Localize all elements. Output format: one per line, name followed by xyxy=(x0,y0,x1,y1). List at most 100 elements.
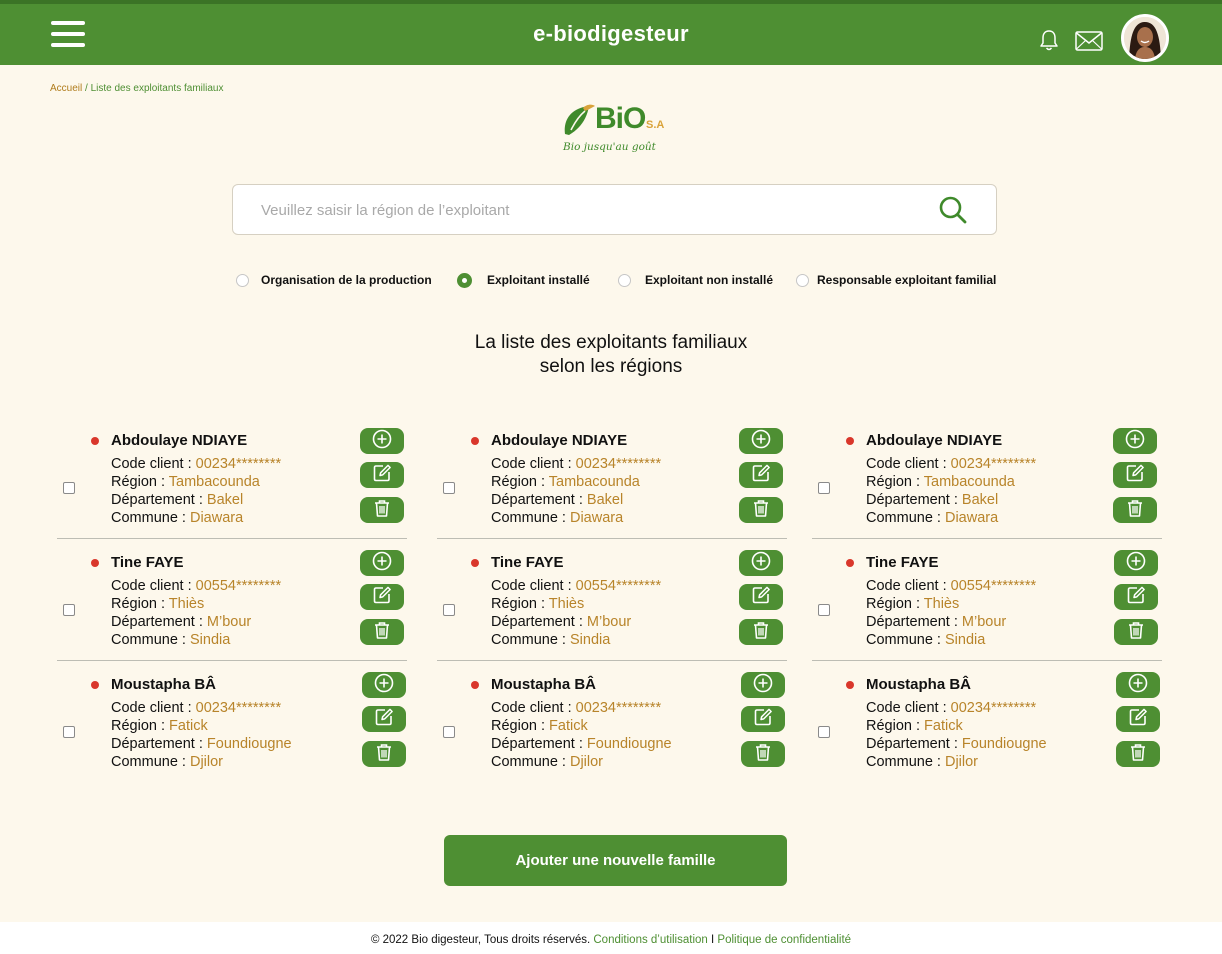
add-button[interactable] xyxy=(739,550,783,576)
footer: © 2022 Bio digesteur, Tous droits réserv… xyxy=(0,922,1222,954)
exploitant-card: Moustapha BÂ Code client : 00234******** R… xyxy=(437,661,787,783)
select-checkbox[interactable] xyxy=(818,726,830,738)
add-button[interactable] xyxy=(741,672,785,698)
region-value: Fatick xyxy=(924,718,963,734)
select-checkbox[interactable] xyxy=(443,726,455,738)
plus-circle-icon xyxy=(1124,428,1146,455)
delete-button[interactable] xyxy=(1114,619,1158,645)
exploitant-code-line: Code client : 00554******** xyxy=(111,577,281,595)
filter-label: Organisation de la production xyxy=(261,273,432,287)
plus-circle-icon xyxy=(371,550,393,577)
exploitant-name: Abdoulaye NDIAYE xyxy=(491,432,628,449)
edit-button[interactable] xyxy=(739,462,783,488)
filter-exploitant-installe[interactable]: Exploitant installé xyxy=(457,271,590,289)
breadcrumb-home-link[interactable]: Accueil xyxy=(50,83,82,94)
commune-value: Sindia xyxy=(569,632,611,648)
edit-icon xyxy=(750,462,772,489)
code-label: Code client : xyxy=(491,700,576,716)
add-button[interactable] xyxy=(362,672,406,698)
select-checkbox[interactable] xyxy=(63,726,75,738)
departement-label: Département : xyxy=(111,614,207,630)
edit-button[interactable] xyxy=(362,706,406,732)
delete-button[interactable] xyxy=(360,497,404,523)
breadcrumb-separator: / xyxy=(82,83,91,94)
delete-button[interactable] xyxy=(360,619,404,645)
commune-label: Commune : xyxy=(111,510,190,526)
departement-value: Foundiougne xyxy=(961,736,1047,752)
edit-button[interactable] xyxy=(360,584,404,610)
region-value: Thiès xyxy=(923,596,960,612)
add-family-button[interactable]: Ajouter une nouvelle famille xyxy=(444,835,787,886)
delete-button[interactable] xyxy=(1116,741,1160,767)
edit-icon xyxy=(371,462,393,489)
search-input[interactable] xyxy=(261,197,921,223)
trash-icon xyxy=(1124,497,1146,524)
footer-copyright: © 2022 Bio digesteur, Tous droits réserv… xyxy=(370,934,591,946)
envelope-icon[interactable] xyxy=(1075,31,1103,51)
select-checkbox[interactable] xyxy=(63,604,75,616)
edit-button[interactable] xyxy=(360,462,404,488)
delete-button[interactable] xyxy=(1113,497,1157,523)
list-heading: La liste des exploitants familiaux selon… xyxy=(0,331,1222,379)
edit-button[interactable] xyxy=(1113,462,1157,488)
exploitant-card: Abdoulaye NDIAYE Code client : 00234*****… xyxy=(57,417,407,539)
search-icon[interactable] xyxy=(938,195,968,225)
edit-button[interactable] xyxy=(741,706,785,732)
trash-icon xyxy=(1125,619,1147,646)
code-label: Code client : xyxy=(111,700,196,716)
delete-button[interactable] xyxy=(741,741,785,767)
region-value: Thiès xyxy=(548,596,585,612)
status-dot xyxy=(91,437,99,445)
delete-button[interactable] xyxy=(739,497,783,523)
edit-button[interactable] xyxy=(739,584,783,610)
add-button[interactable] xyxy=(1113,428,1157,454)
exploitant-commune-line: Commune : Djilor xyxy=(491,753,603,771)
terms-link[interactable]: Conditions d’utilisation xyxy=(593,934,707,946)
exploitant-region-line: Région : Fatick xyxy=(491,717,588,735)
commune-value: Diawara xyxy=(569,510,624,526)
select-checkbox[interactable] xyxy=(63,482,75,494)
filter-exploitant-non-installe[interactable]: Exploitant non installé xyxy=(618,271,773,289)
select-checkbox[interactable] xyxy=(443,482,455,494)
filter-organisation-production[interactable]: Organisation de la production xyxy=(236,271,432,289)
user-avatar[interactable] xyxy=(1121,14,1169,62)
select-checkbox[interactable] xyxy=(443,604,455,616)
status-dot xyxy=(91,681,99,689)
exploitant-commune-line: Commune : Sindia xyxy=(491,631,610,649)
radio-button-selected[interactable] xyxy=(457,272,472,288)
filter-label: Exploitant non installé xyxy=(645,273,774,287)
exploitant-commune-line: Commune : Diawara xyxy=(111,509,243,527)
plus-circle-icon xyxy=(750,428,772,455)
plus-circle-icon xyxy=(371,428,393,455)
radio-button[interactable] xyxy=(796,273,809,287)
exploitant-commune-line: Commune : Diawara xyxy=(866,509,998,527)
add-button[interactable] xyxy=(739,428,783,454)
departement-label: Département : xyxy=(491,492,587,508)
commune-value: Sindia xyxy=(189,632,231,648)
filter-label: Responsable exploitant familial xyxy=(817,273,997,287)
departement-label: Département : xyxy=(866,614,962,630)
radio-button[interactable] xyxy=(236,273,249,287)
add-button[interactable] xyxy=(360,428,404,454)
edit-button[interactable] xyxy=(1114,584,1158,610)
add-button[interactable] xyxy=(360,550,404,576)
exploitant-departement-line: Département : Foundiougne xyxy=(491,735,672,753)
select-checkbox[interactable] xyxy=(818,482,830,494)
delete-button[interactable] xyxy=(739,619,783,645)
bio-logo: BiO S.A Bio jusqu'au goût xyxy=(559,100,671,158)
filter-responsable-exploitant[interactable]: Responsable exploitant familial xyxy=(796,271,996,289)
select-checkbox[interactable] xyxy=(818,604,830,616)
edit-button[interactable] xyxy=(1116,706,1160,732)
exploitant-departement-line: Département : M’bour xyxy=(111,613,251,631)
departement-label: Département : xyxy=(111,492,207,508)
exploitant-card: Tine FAYE Code client : 00554******** Régi… xyxy=(812,539,1162,661)
delete-button[interactable] xyxy=(362,741,406,767)
bell-icon[interactable] xyxy=(1038,28,1060,52)
add-button[interactable] xyxy=(1114,550,1158,576)
region-value: Fatick xyxy=(549,718,588,734)
exploitant-name: Moustapha BÂ xyxy=(111,676,216,693)
privacy-link[interactable]: Politique de confidentialité xyxy=(717,934,851,946)
exploitant-commune-line: Commune : Diawara xyxy=(491,509,623,527)
add-button[interactable] xyxy=(1116,672,1160,698)
radio-button[interactable] xyxy=(618,273,631,287)
